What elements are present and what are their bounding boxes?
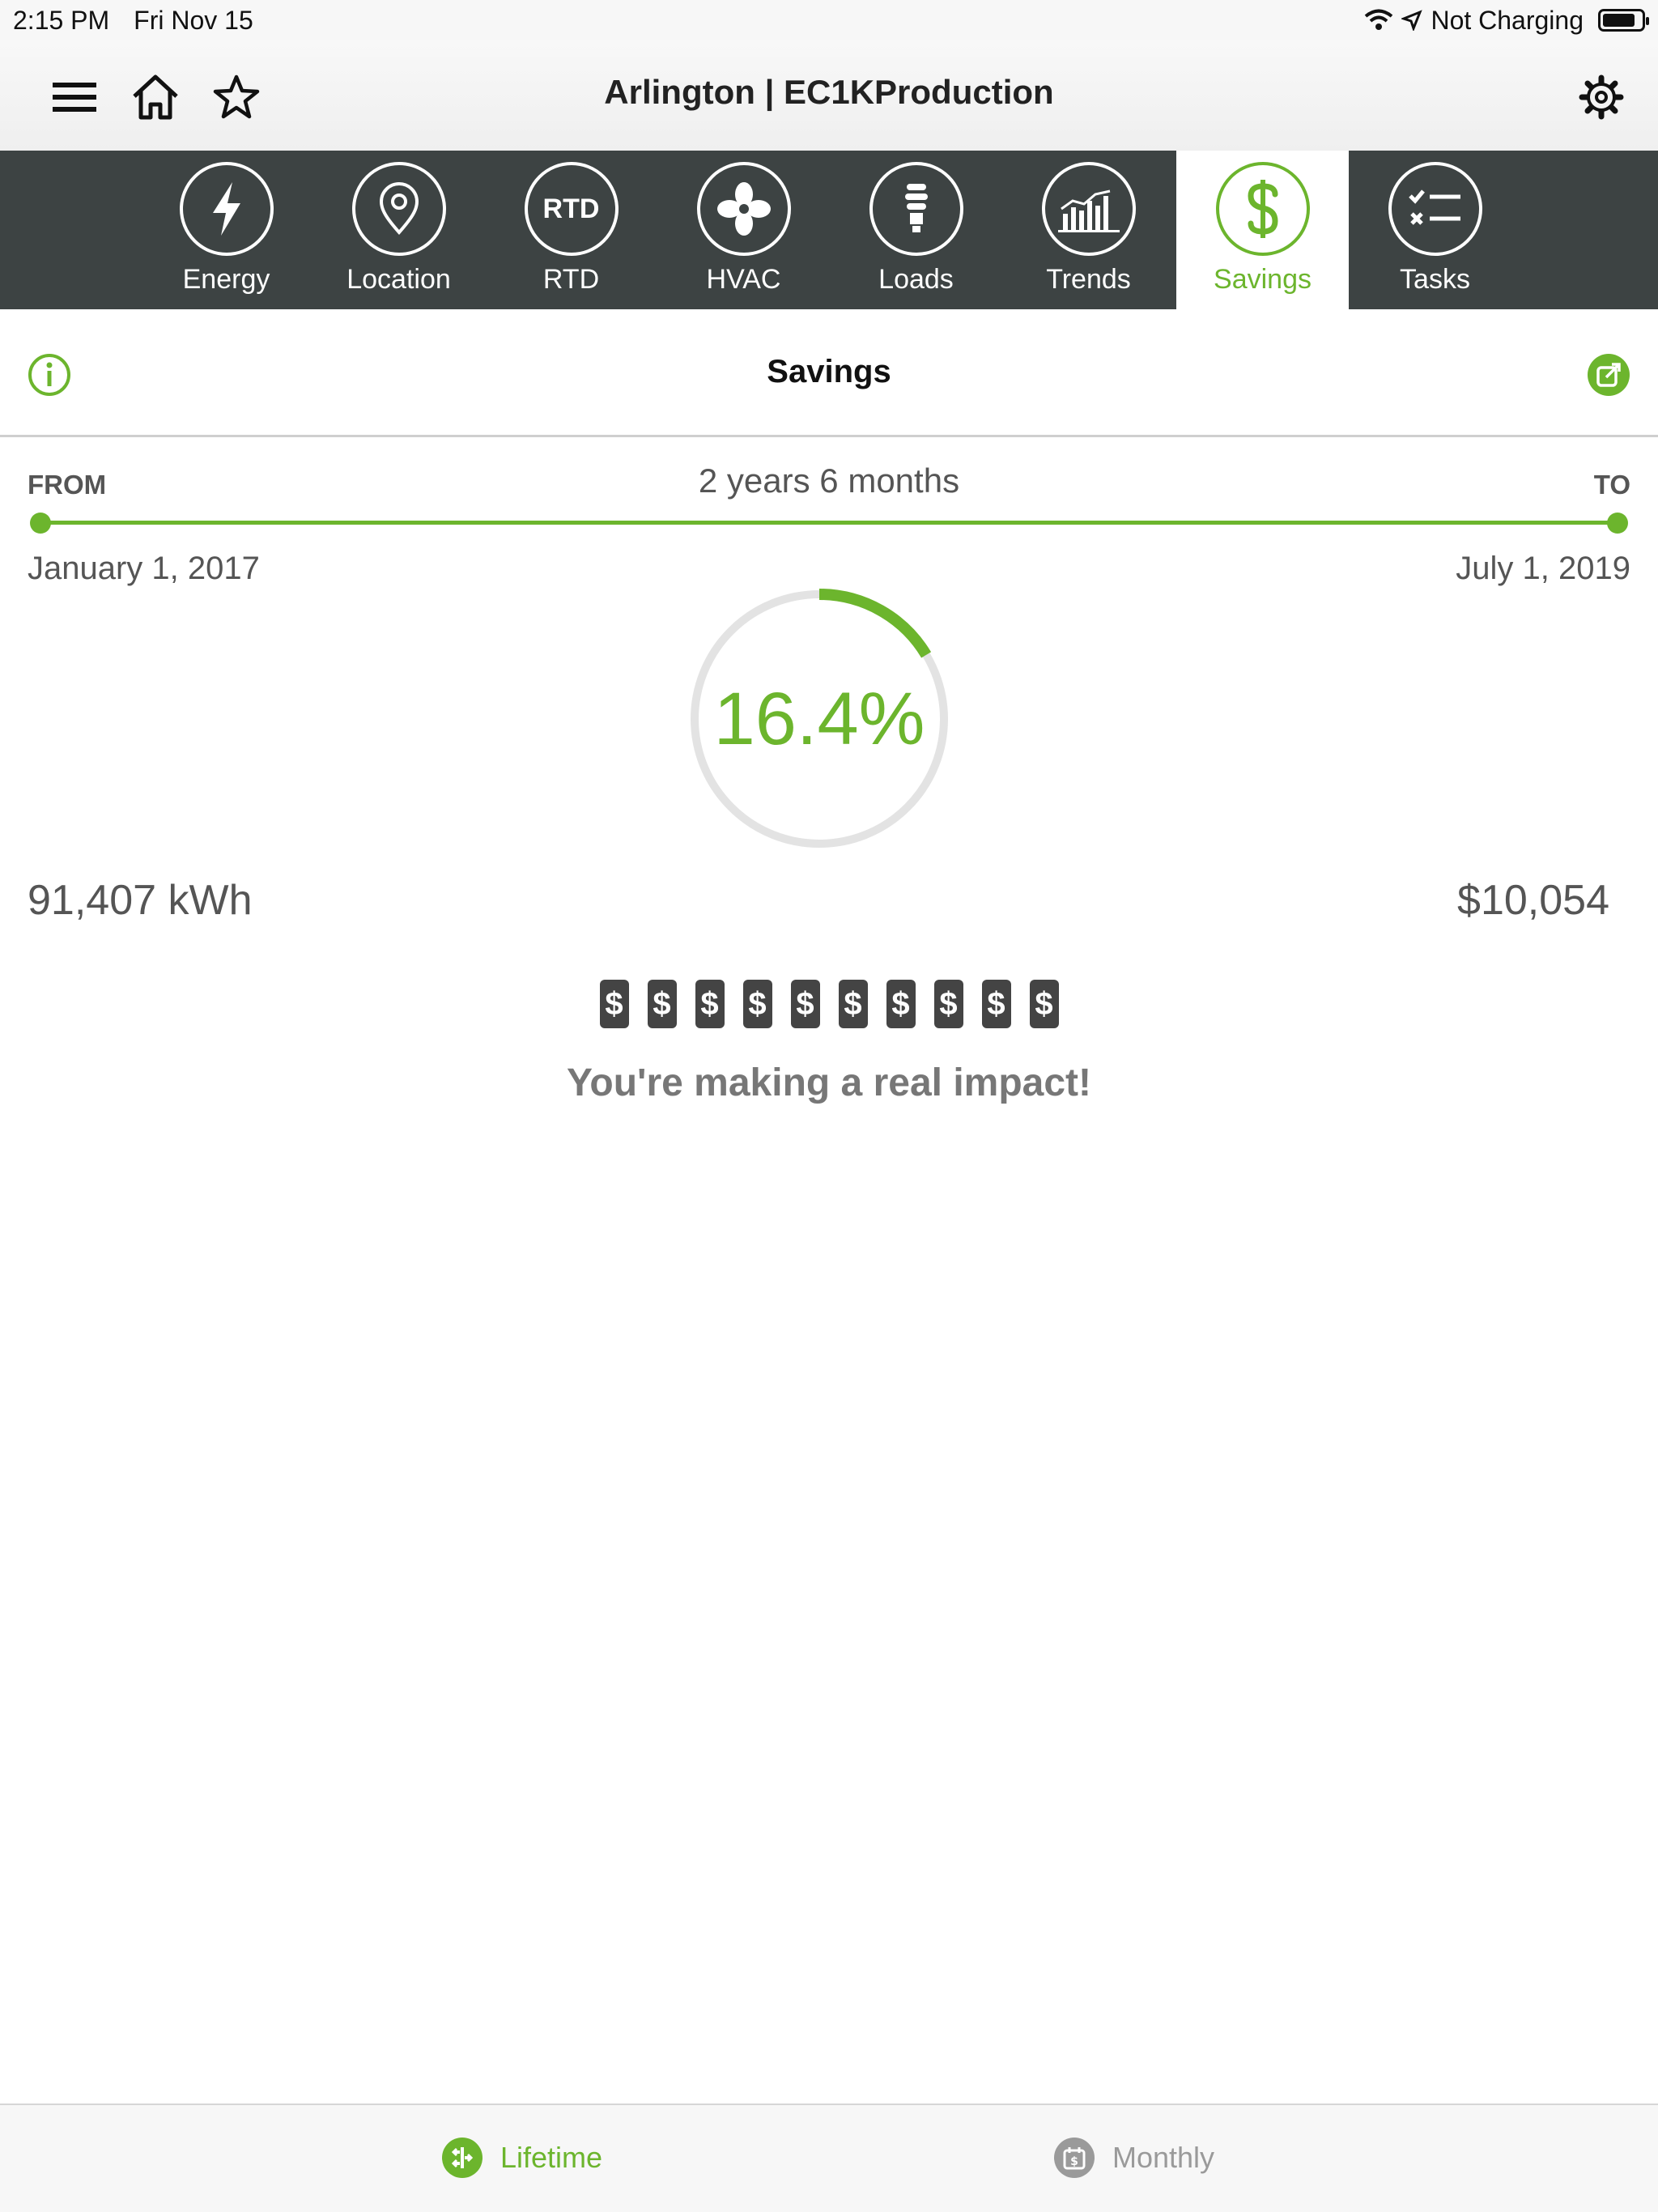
tab-trends[interactable]: Trends <box>1002 151 1175 309</box>
fan-icon <box>716 182 771 236</box>
impact-message: You're making a real impact! <box>566 1061 1092 1104</box>
bulb-icon <box>904 184 928 232</box>
settings-button[interactable] <box>1577 73 1626 121</box>
module-tab-bar: Energy Location RTD RTD HVAC Loads Trend… <box>0 151 1658 309</box>
tab-lifetime-label: Lifetime <box>500 2141 603 2174</box>
tab-tasks-circle <box>1388 162 1482 256</box>
dollar-bill-icon: $ <box>599 980 629 1028</box>
tab-tasks[interactable]: Tasks <box>1349 151 1521 309</box>
kwh-saved: 91,407 kWh <box>28 877 253 924</box>
bolt-icon <box>212 182 240 236</box>
dollar-bill-icon: $ <box>886 980 916 1028</box>
section-header: Savings <box>0 309 1658 437</box>
from-date: January 1, 2017 <box>28 551 260 586</box>
tab-label: Loads <box>878 264 954 295</box>
to-label: TO <box>1593 470 1630 500</box>
svg-text:$: $ <box>1070 2155 1078 2168</box>
gear-icon <box>1579 74 1624 120</box>
export-button[interactable] <box>1587 353 1630 397</box>
dollar-bill-icon: $ <box>933 980 963 1028</box>
wifi-icon <box>1365 9 1393 30</box>
lifetime-icon <box>442 2138 483 2178</box>
tab-trends-circle <box>1041 162 1136 256</box>
to-date: July 1, 2019 <box>1456 551 1630 586</box>
range-duration: 2 years 6 months <box>698 462 960 500</box>
info-button[interactable] <box>28 353 71 397</box>
tab-label: Energy <box>182 264 270 295</box>
dollar-icon <box>1247 180 1278 238</box>
dollar-bill-icon: $ <box>695 980 725 1028</box>
charging-status: Not Charging <box>1431 5 1584 35</box>
tab-location[interactable]: Location <box>312 151 485 309</box>
calendar-dollar-icon: $ <box>1054 2138 1095 2178</box>
tab-loads-circle <box>869 162 963 256</box>
tab-energy[interactable]: Energy <box>140 151 312 309</box>
tab-label: Savings <box>1214 264 1312 295</box>
info-icon <box>28 354 70 396</box>
tab-monthly[interactable]: $ Monthly <box>1054 2138 1214 2178</box>
bottom-tab-bar: Lifetime $ Monthly <box>0 2104 1658 2212</box>
section-title: Savings <box>767 354 891 389</box>
dollar-bill-icon: $ <box>647 980 677 1028</box>
tab-energy-circle <box>179 162 274 256</box>
savings-percent: 16.4% <box>713 677 925 760</box>
range-start-handle[interactable] <box>30 513 51 534</box>
export-icon <box>1588 354 1630 396</box>
range-end-handle[interactable] <box>1607 513 1628 534</box>
status-bar: 2:15 PM Fri Nov 15 Not Charging <box>0 0 1658 40</box>
cost-saved: $10,054 <box>1457 877 1609 924</box>
location-pin-icon <box>379 182 419 236</box>
trends-icon <box>1057 189 1120 232</box>
dollar-bill-icon: $ <box>1029 980 1059 1028</box>
dollar-bill-icon: $ <box>838 980 868 1028</box>
tab-hvac-circle <box>696 162 791 256</box>
tab-monthly-label: Monthly <box>1112 2141 1215 2174</box>
tab-loads[interactable]: Loads <box>830 151 1002 309</box>
status-time: 2:15 PM <box>13 5 110 35</box>
dollar-bill-icon: $ <box>981 980 1011 1028</box>
tab-savings[interactable]: Savings <box>1176 151 1349 309</box>
rtd-icon: RTD <box>524 162 619 256</box>
tab-label: HVAC <box>706 264 781 295</box>
savings-screen: 2:15 PM Fri Nov 15 Not Charging Arlingto… <box>0 0 1658 2212</box>
checklist-icon <box>1408 189 1460 225</box>
battery-icon <box>1598 9 1649 32</box>
tab-label: Trends <box>1046 264 1131 295</box>
tab-rtd[interactable]: RTD RTD <box>485 151 657 309</box>
dollar-bill-icon: $ <box>742 980 772 1028</box>
page-title: Arlington | EC1KProduction <box>604 73 1054 111</box>
dollar-bill-icon: $ <box>790 980 820 1028</box>
tab-location-circle <box>351 162 446 256</box>
tab-label: Location <box>346 264 451 295</box>
tab-hvac[interactable]: HVAC <box>657 151 830 309</box>
nav-bar: Arlington | EC1KProduction <box>0 40 1658 151</box>
tab-lifetime[interactable]: Lifetime <box>442 2138 602 2178</box>
tab-label: Tasks <box>1400 264 1470 295</box>
status-right: Not Charging <box>1364 5 1649 36</box>
dollar-bill-row: $ $ $ $ $ $ $ $ $ $ <box>0 980 1658 1028</box>
tab-label: RTD <box>542 264 600 295</box>
status-date: Fri Nov 15 <box>134 5 253 35</box>
range-slider-track[interactable] <box>40 521 1618 525</box>
tab-savings-circle <box>1215 162 1310 256</box>
location-arrow-icon <box>1401 10 1423 31</box>
